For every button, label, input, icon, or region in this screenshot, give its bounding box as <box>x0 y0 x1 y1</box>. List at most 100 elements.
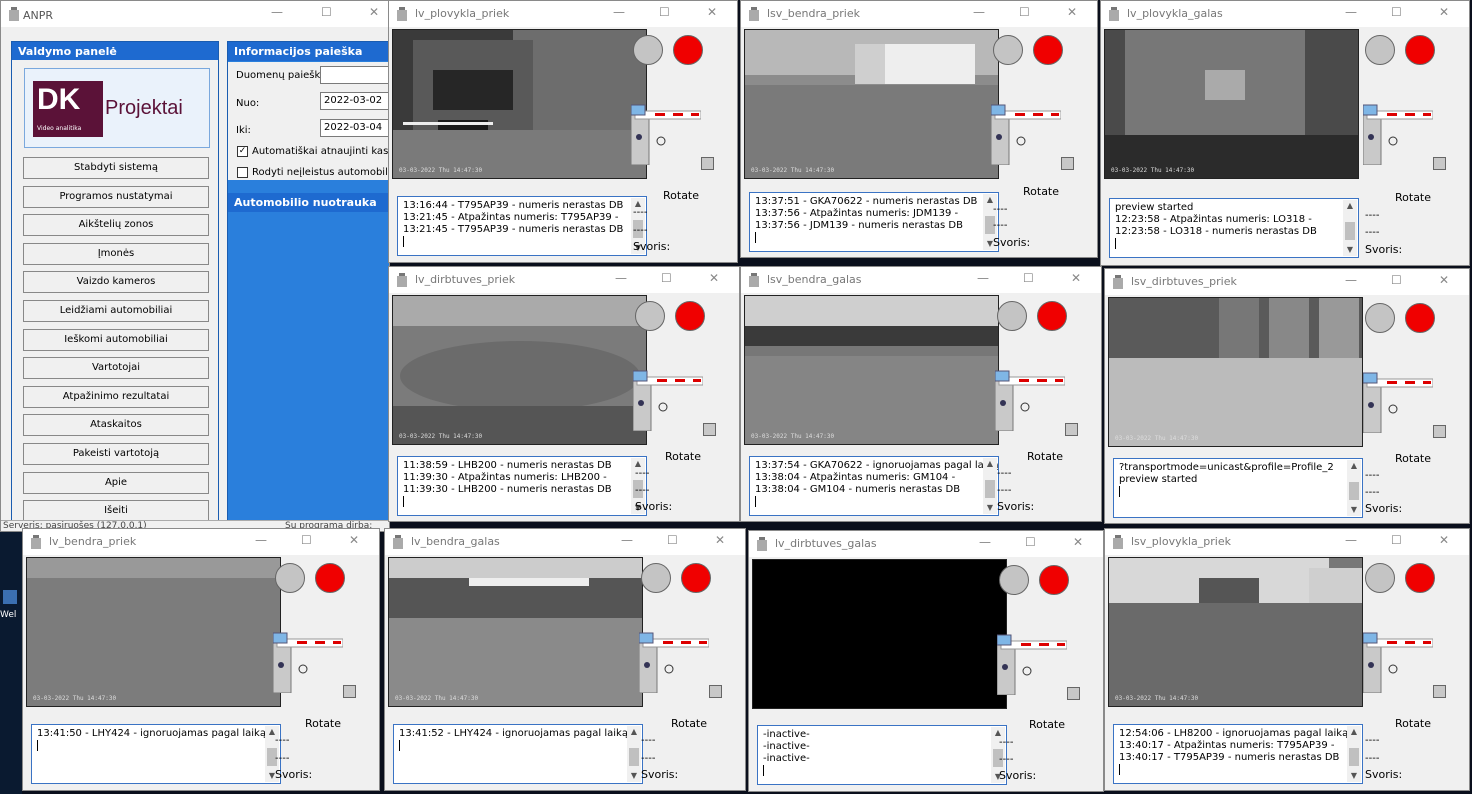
camera-view[interactable]: 03-03-2022 Thu 14:47:30 <box>1108 297 1363 447</box>
camera-view[interactable]: 03-03-2022 Thu 14:47:30 <box>392 29 647 179</box>
close-button[interactable]: ✕ <box>1439 533 1449 547</box>
log-textbox[interactable]: -inactive- -inactive- -inactive- ▲ ▼ <box>757 725 1007 785</box>
log-textbox[interactable]: 13:41:52 - LHY424 - ignoruojamas pagal l… <box>393 724 643 784</box>
camera-view[interactable]: 03-03-2022 Thu 14:47:30 <box>388 557 643 707</box>
close-button[interactable]: ✕ <box>349 533 359 547</box>
minimize-button[interactable]: — <box>977 271 989 285</box>
menu-button-4[interactable]: Įmonės <box>23 242 209 265</box>
camera-view[interactable]: 03-03-2022 Thu 14:47:30 <box>744 295 999 445</box>
camera-view[interactable]: 03-03-2022 Thu 14:47:30 <box>1104 29 1359 179</box>
close-button[interactable]: ✕ <box>1071 271 1081 285</box>
close-button[interactable]: ✕ <box>709 271 719 285</box>
scroll-up-icon[interactable]: ▲ <box>1347 726 1361 738</box>
scroll-up-icon[interactable]: ▲ <box>1347 460 1361 472</box>
menu-button-5[interactable]: Vaizdo kameros <box>23 271 209 294</box>
rotate-button[interactable]: Rotate <box>1395 191 1431 204</box>
barrier-gate-icon[interactable] <box>1363 369 1433 433</box>
log-textbox[interactable]: ?transportmode=unicast&profile=Profile_2… <box>1113 458 1363 518</box>
maximize-button[interactable]: ☐ <box>1019 5 1030 19</box>
scroll-down-icon[interactable]: ▼ <box>1347 504 1361 516</box>
menu-button-12[interactable]: Apie <box>23 471 209 494</box>
camera-view[interactable]: 03-03-2022 Thu 14:47:30 <box>744 29 999 179</box>
show-unallowed-checkbox[interactable] <box>237 167 248 178</box>
minimize-button[interactable]: — <box>615 271 627 285</box>
search-input[interactable] <box>320 66 389 84</box>
menu-button-3[interactable]: Aikštelių zonos <box>23 214 209 237</box>
camera-view[interactable]: 03-03-2022 Thu 14:47:30 <box>26 557 281 707</box>
menu-button-7[interactable]: Ieškomi automobiliai <box>23 328 209 351</box>
maximize-button[interactable]: ☐ <box>1391 273 1402 287</box>
barrier-gate-icon[interactable] <box>991 101 1061 165</box>
scroll-down-icon[interactable]: ▼ <box>1347 770 1361 782</box>
minimize-button[interactable]: — <box>973 5 985 19</box>
log-textbox[interactable]: 11:38:59 - LHB200 - numeris nerastas DB 1… <box>397 456 647 516</box>
close-button[interactable]: ✕ <box>1067 5 1077 19</box>
scroll-down-icon[interactable]: ▼ <box>627 770 641 782</box>
log-scrollbar[interactable]: ▲ ▼ <box>1343 200 1357 256</box>
log-scrollbar[interactable]: ▲ ▼ <box>983 458 997 514</box>
rotate-button[interactable]: Rotate <box>671 717 707 730</box>
log-scrollbar[interactable]: ▲ ▼ <box>1347 726 1361 782</box>
log-textbox[interactable]: 12:54:06 - LH8200 - ignoruojamas pagal l… <box>1113 724 1363 784</box>
minimize-button[interactable]: — <box>271 5 283 19</box>
scroll-thumb[interactable] <box>1345 222 1355 240</box>
log-textbox[interactable]: preview started 12:23:58 - Atpažintas num… <box>1109 198 1359 258</box>
barrier-gate-icon[interactable] <box>997 631 1067 695</box>
rotate-button[interactable]: Rotate <box>1023 185 1059 198</box>
menu-button-9[interactable]: Atpažinimo rezultatai <box>23 385 209 408</box>
rotate-button[interactable]: Rotate <box>1027 450 1063 463</box>
scroll-thumb[interactable] <box>1349 748 1359 766</box>
log-textbox[interactable]: 13:37:51 - GKA70622 - numeris nerastas D… <box>749 192 999 252</box>
scroll-down-icon[interactable]: ▼ <box>1343 244 1357 256</box>
minimize-button[interactable]: — <box>1345 5 1357 19</box>
minimize-button[interactable]: — <box>1345 533 1357 547</box>
log-scrollbar[interactable]: ▲ ▼ <box>627 726 641 782</box>
rotate-button[interactable]: Rotate <box>1395 452 1431 465</box>
close-button[interactable]: ✕ <box>1439 5 1449 19</box>
rotate-button[interactable]: Rotate <box>1395 717 1431 730</box>
desktop-icon[interactable] <box>3 590 17 604</box>
menu-button-1[interactable]: Stabdyti sistemą <box>23 157 209 179</box>
log-textbox[interactable]: 13:37:54 - GKA70622 - ignoruojamas pagal… <box>749 456 999 516</box>
minimize-button[interactable]: — <box>613 5 625 19</box>
maximize-button[interactable]: ☐ <box>1023 271 1034 285</box>
camera-view[interactable]: 03-03-2022 Thu 14:47:30 <box>1108 557 1363 707</box>
rotate-button[interactable]: Rotate <box>305 717 341 730</box>
menu-button-13[interactable]: Išeiti <box>23 500 209 523</box>
close-button[interactable]: ✕ <box>715 533 725 547</box>
scroll-thumb[interactable] <box>629 748 639 766</box>
camera-view[interactable] <box>752 559 1007 709</box>
log-textbox[interactable]: 13:41:50 - LHY424 - ignoruojamas pagal l… <box>31 724 281 784</box>
menu-button-6[interactable]: Leidžiami automobiliai <box>23 300 209 322</box>
menu-button-11[interactable]: Pakeisti vartotoją <box>23 443 209 465</box>
close-button[interactable]: ✕ <box>369 5 379 19</box>
barrier-gate-icon[interactable] <box>273 629 343 693</box>
minimize-button[interactable]: — <box>621 533 633 547</box>
close-button[interactable]: ✕ <box>1439 273 1449 287</box>
barrier-gate-icon[interactable] <box>633 367 703 431</box>
scroll-thumb[interactable] <box>985 480 995 498</box>
close-button[interactable]: ✕ <box>707 5 717 19</box>
rotate-button[interactable]: Rotate <box>1029 718 1065 731</box>
minimize-button[interactable]: — <box>255 533 267 547</box>
maximize-button[interactable]: ☐ <box>301 533 312 547</box>
close-button[interactable]: ✕ <box>1073 535 1083 549</box>
auto-refresh-checkbox[interactable]: ✓ <box>237 146 248 157</box>
rotate-button[interactable]: Rotate <box>663 189 699 202</box>
log-scrollbar[interactable]: ▲ ▼ <box>1347 460 1361 516</box>
scroll-down-icon[interactable]: ▼ <box>983 502 997 514</box>
maximize-button[interactable]: ☐ <box>661 271 672 285</box>
scroll-up-icon[interactable]: ▲ <box>627 726 641 738</box>
minimize-button[interactable]: — <box>979 535 991 549</box>
camera-view[interactable]: 03-03-2022 Thu 14:47:30 <box>392 295 647 445</box>
barrier-gate-icon[interactable] <box>1363 101 1433 165</box>
scroll-up-icon[interactable]: ▲ <box>1343 200 1357 212</box>
to-date-input[interactable]: 2022-03-04 <box>320 119 389 137</box>
maximize-button[interactable]: ☐ <box>667 533 678 547</box>
menu-button-2[interactable]: Programos nustatymai <box>23 185 209 208</box>
barrier-gate-icon[interactable] <box>1363 629 1433 693</box>
barrier-gate-icon[interactable] <box>631 101 701 165</box>
maximize-button[interactable]: ☐ <box>321 5 332 19</box>
scroll-up-icon[interactable]: ▲ <box>983 458 997 470</box>
barrier-gate-icon[interactable] <box>995 367 1065 431</box>
